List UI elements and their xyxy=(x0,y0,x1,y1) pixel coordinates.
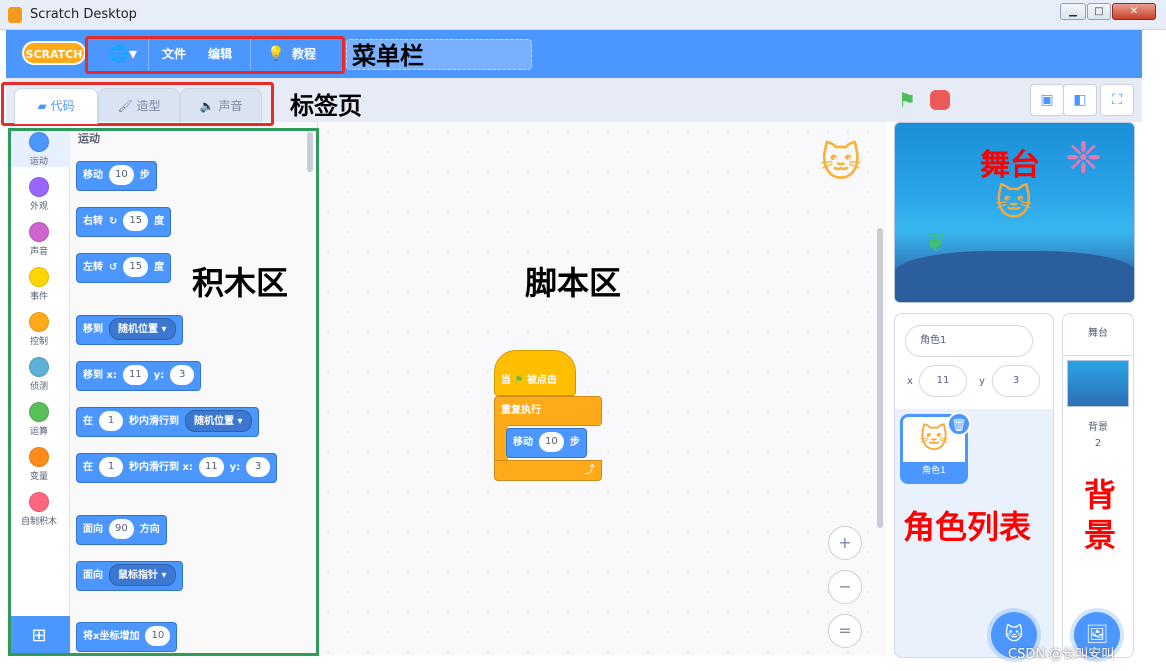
window-title: Scratch Desktop xyxy=(30,7,137,22)
watermark: CSDN @长叫安叫 xyxy=(1008,647,1115,662)
annotation-tabs: 标签页 xyxy=(290,92,362,120)
scratch-logo[interactable]: SCRATCH xyxy=(22,41,86,65)
backdrop-count: 2 xyxy=(1094,438,1102,449)
sprite-watermark-cat-icon: 🐱 xyxy=(820,140,862,186)
sprite-y-input[interactable]: 3 xyxy=(992,365,1040,397)
stop-icon[interactable] xyxy=(930,90,950,110)
green-flag-icon[interactable]: ⚑ xyxy=(898,88,922,112)
small-stage-icon[interactable]: ▣ xyxy=(1030,84,1064,116)
large-stage-icon[interactable]: ◧ xyxy=(1063,84,1097,116)
annotation-menubar: 菜单栏 xyxy=(352,42,424,70)
sprite-y-label: y xyxy=(979,376,985,387)
script-area[interactable] xyxy=(318,122,886,655)
annotation-script: 脚本区 xyxy=(525,264,622,302)
annotation-blocks: 积木区 xyxy=(192,264,289,302)
zoom-reset-button[interactable]: = xyxy=(828,614,862,648)
fullscreen-icon[interactable]: ⛶ xyxy=(1100,84,1134,116)
blocks-icon: ▰ xyxy=(37,99,51,113)
sprite-x-label: x xyxy=(907,376,913,387)
script-forever-block[interactable]: 重复执行 xyxy=(494,396,602,426)
maximize-button[interactable]: □ xyxy=(1087,3,1111,20)
script-move-block[interactable]: 移动 10 步 xyxy=(506,428,587,458)
coral-icon: ❈ xyxy=(1065,133,1102,184)
delete-sprite-trash-icon[interactable]: 🗑 xyxy=(947,412,971,436)
sprite-thumbnail-label: 角色1 xyxy=(903,462,965,481)
backdrop-label: 背景 xyxy=(1088,422,1108,433)
annotation-box-blocks xyxy=(8,128,319,656)
window-titlebar xyxy=(0,0,1166,30)
tab-code[interactable]: ▰ 代码 xyxy=(14,88,98,124)
loop-arrow-icon: ⤴ xyxy=(494,460,602,481)
sprite-cat-icon: 🐱 xyxy=(995,183,1033,224)
script-scrollbar[interactable] xyxy=(877,228,883,528)
sprite-name-input[interactable]: 角色1 xyxy=(905,325,1033,357)
zoom-in-button[interactable]: + xyxy=(828,526,862,560)
seaweed-icon: ❦ xyxy=(925,228,947,258)
app-icon xyxy=(8,7,22,23)
green-flag-icon: ⚑ xyxy=(514,375,524,386)
stage-selector-label[interactable]: 舞台 xyxy=(1063,314,1133,356)
annotation-sprites: 角色列表 xyxy=(903,508,1032,546)
annotation-box-menubar xyxy=(85,36,345,74)
script-hat-block[interactable]: 当 ⚑ 被点击 xyxy=(494,350,576,396)
zoom-out-button[interactable]: − xyxy=(828,570,862,604)
stage-seafloor xyxy=(895,251,1134,302)
close-window-button[interactable]: ✕ xyxy=(1112,3,1156,20)
annotation-stage: 舞台 xyxy=(980,148,1040,183)
minimize-button[interactable]: ▁ xyxy=(1060,3,1086,20)
sprite-x-input[interactable]: 11 xyxy=(919,365,967,397)
annotation-backdrop: 背景 xyxy=(1083,476,1116,554)
backdrop-thumbnail[interactable] xyxy=(1067,360,1129,407)
